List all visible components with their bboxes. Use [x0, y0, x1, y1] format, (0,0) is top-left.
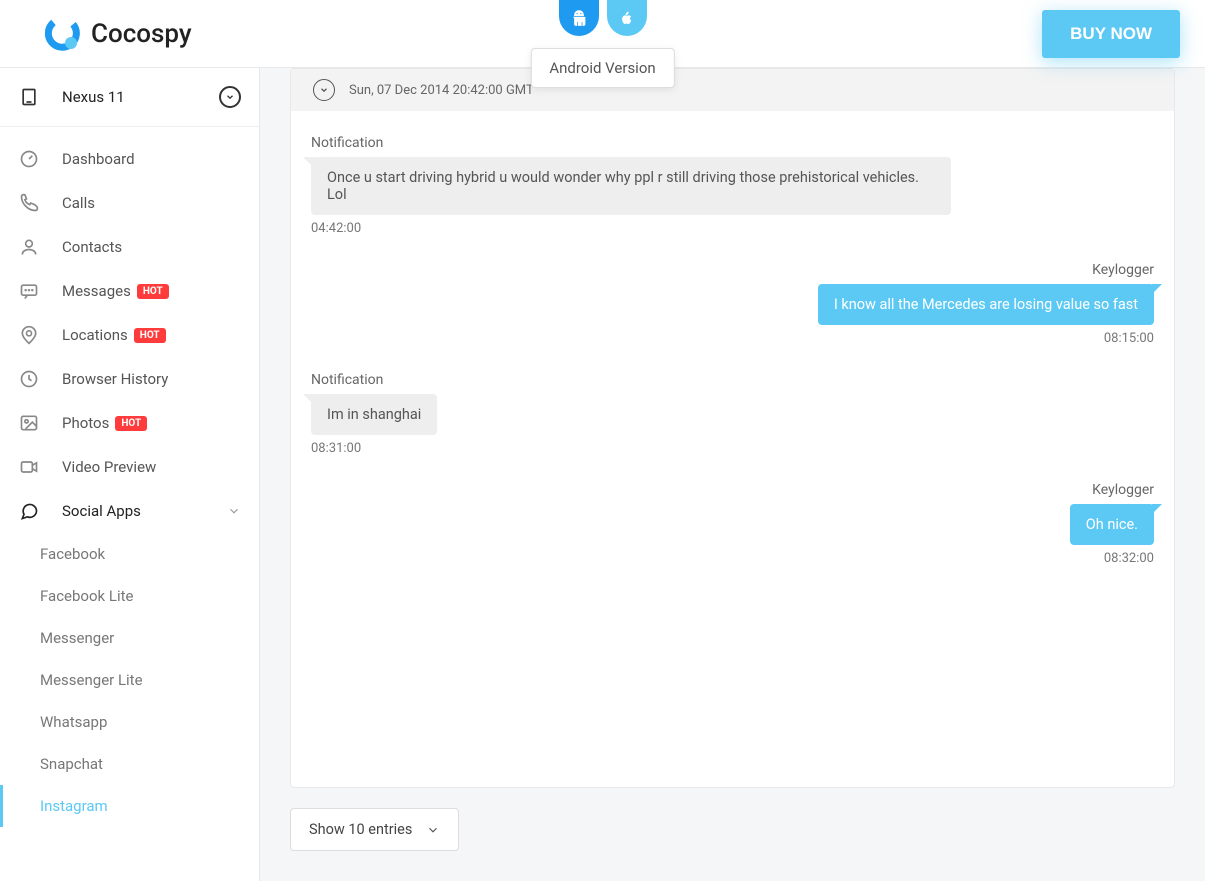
platform-tooltip: Android Version	[530, 48, 674, 88]
message-outgoing: Keylogger I know all the Mercedes are lo…	[311, 262, 1154, 346]
sender-name: Notification	[311, 372, 383, 388]
nav-social-apps[interactable]: Social Apps	[0, 489, 259, 533]
nav-dashboard[interactable]: Dashboard	[0, 137, 259, 181]
chevron-down-icon	[219, 86, 241, 108]
dashboard-icon	[18, 149, 40, 169]
clock-icon	[18, 369, 40, 389]
sidebar: Nexus 11 Dashboard Calls Contacts Messag…	[0, 68, 260, 881]
user-icon	[18, 237, 40, 257]
message-time: 08:31:00	[311, 441, 361, 456]
nav-video-preview[interactable]: Video Preview	[0, 445, 259, 489]
sub-messenger[interactable]: Messenger	[0, 617, 259, 659]
platform-switcher: Android Version	[559, 0, 647, 36]
location-icon	[18, 325, 40, 345]
sub-messenger-lite[interactable]: Messenger Lite	[0, 659, 259, 701]
sender-name: Notification	[311, 135, 383, 151]
message-outgoing: Keylogger Oh nice. 08:32:00	[311, 482, 1154, 566]
main-content: Sun, 07 Dec 2014 20:42:00 GMT Notificati…	[260, 68, 1205, 881]
sub-facebook-lite[interactable]: Facebook Lite	[0, 575, 259, 617]
nav-browser-history[interactable]: Browser History	[0, 357, 259, 401]
device-selector[interactable]: Nexus 11	[0, 68, 259, 127]
messages-list: Notification Once u start driving hybrid…	[291, 111, 1174, 787]
message-time: 08:32:00	[1104, 551, 1154, 566]
show-entries-label: Show 10 entries	[309, 821, 412, 838]
pager: Show 10 entries	[290, 808, 1175, 851]
sender-name: Keylogger	[1092, 482, 1154, 498]
message-bubble: I know all the Mercedes are losing value…	[818, 284, 1154, 325]
nav-menu: Dashboard Calls Contacts Messages HOT Lo…	[0, 127, 259, 827]
nav-label: Social Apps	[62, 502, 141, 520]
nav-label: Browser History	[62, 370, 168, 388]
hot-badge: HOT	[115, 416, 147, 431]
message-icon	[18, 281, 40, 301]
message-incoming: Notification Im in shanghai 08:31:00	[311, 372, 1154, 456]
message-bubble: Once u start driving hybrid u would wond…	[311, 157, 951, 215]
message-bubble: Oh nice.	[1070, 504, 1154, 545]
buy-now-button[interactable]: BUY NOW	[1042, 10, 1180, 58]
message-time: 08:15:00	[1104, 331, 1154, 346]
date-header: Sun, 07 Dec 2014 20:42:00 GMT	[291, 69, 1174, 111]
nav-messages[interactable]: Messages HOT	[0, 269, 259, 313]
logo[interactable]: Cocospy	[0, 16, 192, 52]
hot-badge: HOT	[134, 328, 166, 343]
message-incoming: Notification Once u start driving hybrid…	[311, 135, 1154, 236]
phone-icon	[18, 193, 40, 213]
tablet-icon	[18, 87, 40, 107]
chevron-down-icon	[227, 504, 241, 518]
social-submenu: Facebook Facebook Lite Messenger Messeng…	[0, 533, 259, 827]
image-icon	[18, 413, 40, 433]
nav-label: Messages	[62, 282, 131, 300]
message-bubble: Im in shanghai	[311, 394, 437, 435]
sub-facebook[interactable]: Facebook	[0, 533, 259, 575]
apple-icon	[618, 9, 636, 27]
chevron-down-icon	[426, 823, 440, 837]
nav-label: Photos	[62, 414, 109, 432]
nav-label: Locations	[62, 326, 128, 344]
nav-calls[interactable]: Calls	[0, 181, 259, 225]
chevron-down-icon	[313, 79, 335, 101]
sub-snapchat[interactable]: Snapchat	[0, 743, 259, 785]
android-button[interactable]	[559, 0, 599, 36]
show-entries-button[interactable]: Show 10 entries	[290, 808, 459, 851]
nav-contacts[interactable]: Contacts	[0, 225, 259, 269]
hot-badge: HOT	[137, 284, 169, 299]
logo-text: Cocospy	[91, 19, 192, 49]
nav-label: Video Preview	[62, 458, 156, 476]
sender-name: Keylogger	[1092, 262, 1154, 278]
android-icon	[570, 9, 588, 27]
sub-whatsapp[interactable]: Whatsapp	[0, 701, 259, 743]
nav-photos[interactable]: Photos HOT	[0, 401, 259, 445]
nav-label: Calls	[62, 194, 95, 212]
device-name: Nexus 11	[62, 88, 219, 106]
nav-locations[interactable]: Locations HOT	[0, 313, 259, 357]
logo-icon	[45, 16, 81, 52]
sub-instagram[interactable]: Instagram	[0, 785, 259, 827]
message-time: 04:42:00	[311, 221, 361, 236]
nav-label: Dashboard	[62, 150, 135, 168]
video-icon	[18, 457, 40, 477]
top-header: Cocospy Android Version BUY NOW	[0, 0, 1205, 68]
chat-panel: Sun, 07 Dec 2014 20:42:00 GMT Notificati…	[290, 68, 1175, 788]
date-text: Sun, 07 Dec 2014 20:42:00 GMT	[349, 83, 534, 98]
chat-icon	[18, 501, 40, 521]
nav-label: Contacts	[62, 238, 122, 256]
apple-button[interactable]	[607, 0, 647, 36]
